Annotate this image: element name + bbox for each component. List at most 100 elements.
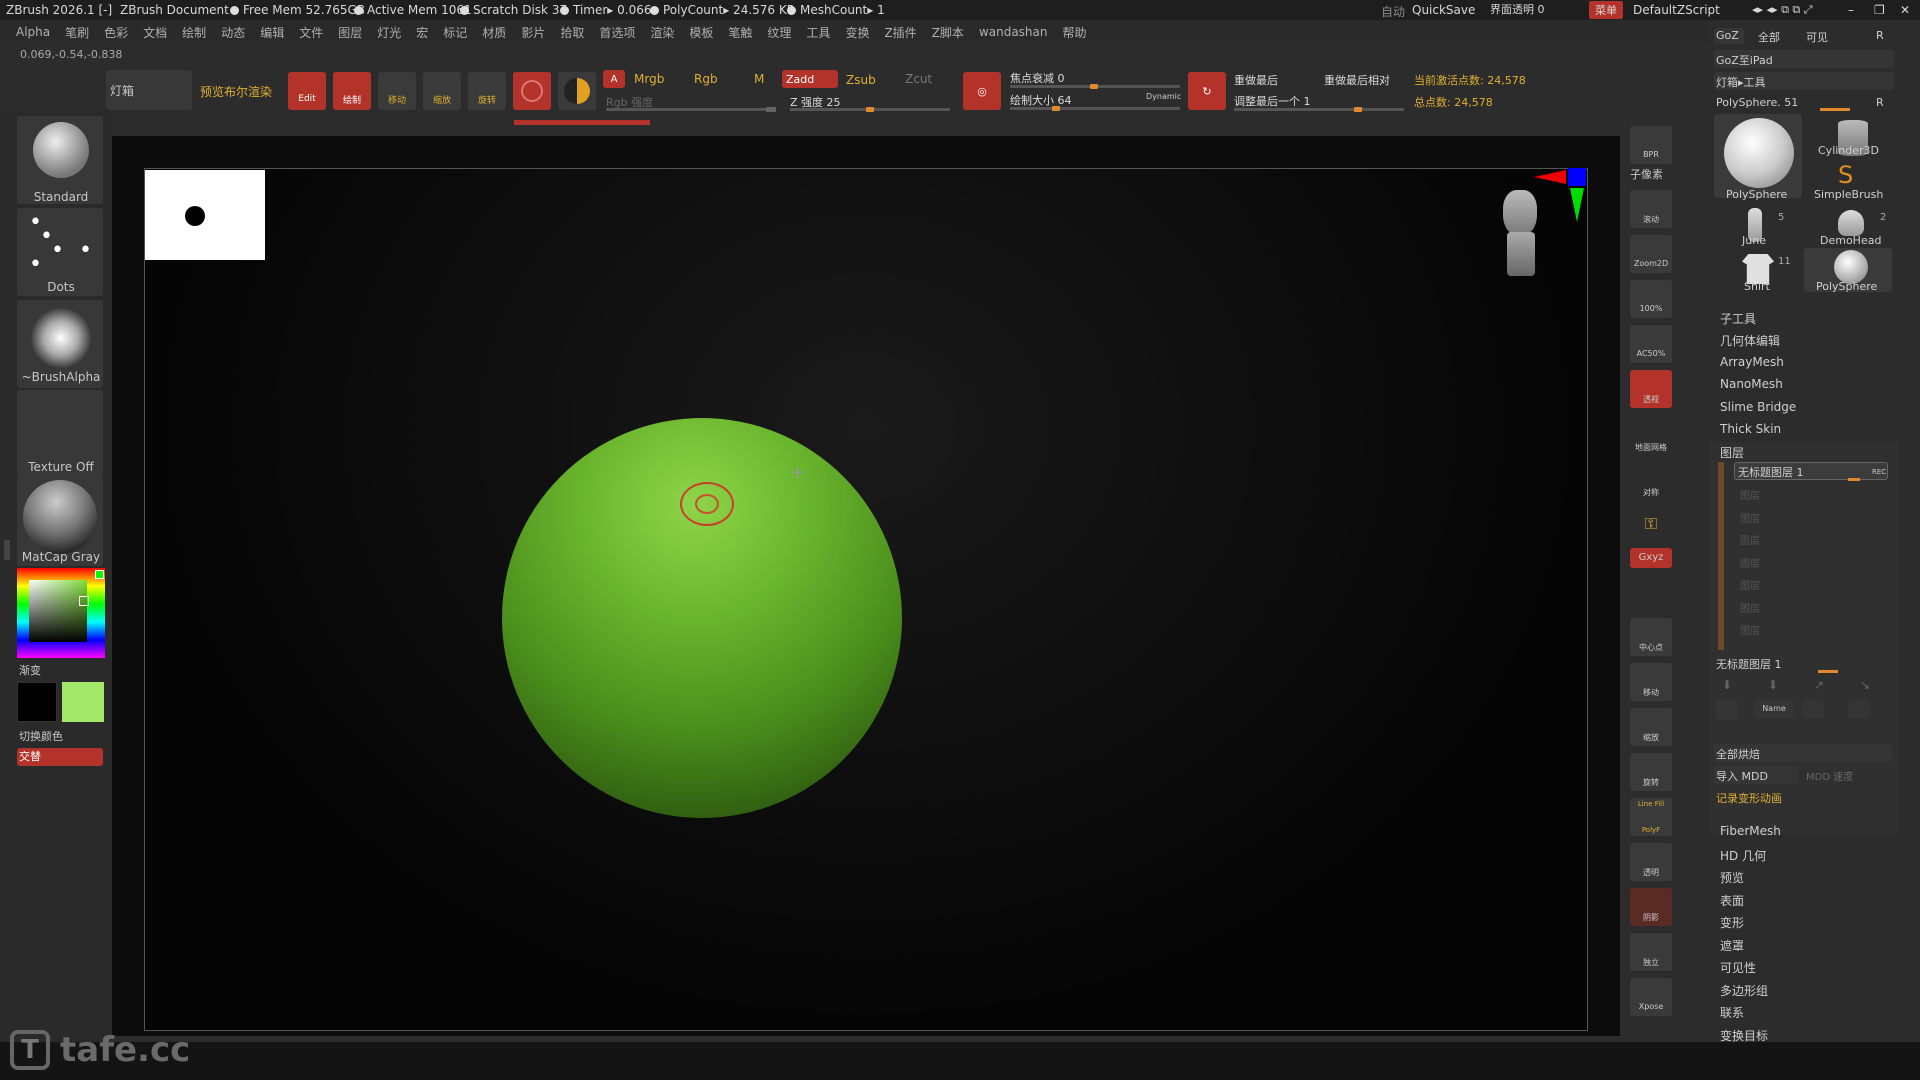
- section-preview[interactable]: 预览: [1720, 869, 1744, 886]
- xyz-button[interactable]: Gxyz: [1630, 548, 1672, 568]
- redo-icon[interactable]: ↻: [1188, 72, 1226, 110]
- rgb-intensity-track[interactable]: [606, 107, 776, 112]
- linefill-button[interactable]: Line Fill PolyF: [1630, 798, 1672, 836]
- local-symmetry-button[interactable]: 对称: [1630, 463, 1672, 501]
- section-hd-geometry[interactable]: HD 几何: [1720, 847, 1766, 864]
- perspective-button[interactable]: 透视: [1630, 370, 1672, 408]
- menu-item[interactable]: 文件: [299, 24, 323, 41]
- zsub-button[interactable]: Zsub: [846, 73, 876, 87]
- layers-scrollbar[interactable]: [1718, 462, 1724, 650]
- tool-r-button[interactable]: R: [1876, 96, 1884, 109]
- polysphere-mesh[interactable]: [502, 418, 902, 818]
- section-layers[interactable]: 图层: [1720, 444, 1744, 461]
- layer-slot[interactable]: 图层: [1740, 622, 1760, 637]
- main-color-swatch[interactable]: [62, 682, 104, 722]
- layer-slot[interactable]: 图层: [1740, 555, 1760, 570]
- focal-shift-slider[interactable]: 焦点衰减 0: [1010, 70, 1065, 86]
- xpose-button[interactable]: Xpose: [1630, 978, 1672, 1016]
- a-button[interactable]: A: [603, 70, 625, 88]
- layer-rename-icon[interactable]: ↗: [1814, 678, 1824, 692]
- rgb-button[interactable]: Rgb: [694, 72, 718, 86]
- section-masking[interactable]: 遮罩: [1720, 937, 1744, 954]
- layer-slot[interactable]: 图层: [1740, 510, 1760, 525]
- half-size-button[interactable]: AC50%: [1630, 325, 1672, 363]
- section-contact[interactable]: 联系: [1720, 1004, 1744, 1021]
- script-label[interactable]: DefaultZScript: [1633, 3, 1720, 17]
- gizmo-head-icon[interactable]: [1495, 190, 1545, 282]
- z-intensity-track[interactable]: [790, 107, 950, 112]
- redo-last-button[interactable]: 重做最后: [1234, 72, 1278, 88]
- layer-slot[interactable]: 图层: [1740, 487, 1760, 502]
- color-picker[interactable]: [17, 568, 105, 658]
- actual-size-button[interactable]: 100%: [1630, 280, 1672, 318]
- menu-item[interactable]: wandashan: [979, 25, 1048, 39]
- section-visibility[interactable]: 可见性: [1720, 959, 1756, 976]
- menu-item[interactable]: 材质: [482, 24, 506, 41]
- floor-button[interactable]: 地面网格: [1630, 418, 1672, 456]
- move-view-button[interactable]: 移动: [1630, 663, 1672, 701]
- demohead-icon[interactable]: [1838, 210, 1864, 236]
- move-button[interactable]: 移动: [378, 72, 416, 110]
- menu-item[interactable]: Z脚本: [932, 24, 964, 41]
- duplicate-layer-button[interactable]: [1802, 700, 1824, 718]
- m-button[interactable]: M: [754, 72, 764, 86]
- lock-icon[interactable]: ⚿: [1630, 508, 1672, 546]
- edit-button[interactable]: Edit: [288, 72, 326, 110]
- menu-item[interactable]: 动态: [221, 24, 245, 41]
- current-layer-slider[interactable]: [1818, 670, 1838, 673]
- menu-item[interactable]: 笔刷: [65, 24, 89, 41]
- menu-item[interactable]: 纹理: [767, 24, 791, 41]
- goz-ipad-button[interactable]: GoZ至iPad: [1716, 52, 1773, 68]
- menu-item[interactable]: 编辑: [260, 24, 284, 41]
- preview-bool-button[interactable]: 预览布尔渲染: [200, 83, 272, 100]
- draw-size-track[interactable]: [1010, 106, 1180, 111]
- layer-slot[interactable]: 图层: [1740, 532, 1760, 547]
- menu-item[interactable]: 灯光: [377, 24, 401, 41]
- menu-item[interactable]: 图层: [338, 24, 362, 41]
- left-tray-handle[interactable]: [4, 540, 10, 560]
- record-anim-button[interactable]: 记录变形动画: [1716, 790, 1782, 806]
- gradient-label[interactable]: 渐变: [19, 662, 41, 678]
- bake-all-button[interactable]: 全部烘焙: [1716, 746, 1760, 762]
- section-nanomesh[interactable]: NanoMesh: [1720, 377, 1783, 391]
- menu-item[interactable]: 拾取: [560, 24, 584, 41]
- close-icon[interactable]: ✕: [1900, 3, 1910, 17]
- delete-layer-button[interactable]: [1848, 700, 1870, 718]
- r-button[interactable]: R: [1876, 29, 1884, 42]
- import-mdd-button[interactable]: 导入 MDD: [1716, 768, 1768, 784]
- draw-size-slider[interactable]: 绘制大小 64: [1010, 92, 1072, 108]
- rotate-view-button[interactable]: 旋转: [1630, 753, 1672, 791]
- layer-slider[interactable]: [1848, 478, 1860, 481]
- menu-item[interactable]: 渲染: [650, 24, 674, 41]
- goz-button[interactable]: GoZ: [1716, 29, 1739, 42]
- menu-item[interactable]: 文档: [143, 24, 167, 41]
- sculpt-mode-button[interactable]: [513, 72, 551, 110]
- section-deformation[interactable]: 变形: [1720, 914, 1744, 931]
- layer-move-down-icon[interactable]: ⬇: [1722, 678, 1732, 692]
- menu-item[interactable]: 笔触: [728, 24, 752, 41]
- section-slime-bridge[interactable]: Slime Bridge: [1720, 400, 1796, 414]
- menu-item[interactable]: Alpha: [16, 25, 50, 39]
- material-mode-button[interactable]: [558, 72, 596, 110]
- zoom2d-button[interactable]: Zoom2D: [1630, 235, 1672, 273]
- zadd-button[interactable]: Zadd: [782, 70, 838, 88]
- rec-button[interactable]: REC: [1872, 468, 1886, 476]
- focal-shift-icon[interactable]: ◎: [963, 72, 1001, 110]
- section-subtool[interactable]: 子工具: [1720, 310, 1756, 327]
- secondary-color-swatch[interactable]: [17, 682, 57, 722]
- hue-cursor[interactable]: [95, 570, 104, 579]
- menu-item[interactable]: 变换: [845, 24, 869, 41]
- redo-last-relative-button[interactable]: 重做最后相对: [1324, 72, 1390, 88]
- new-layer-button[interactable]: [1716, 700, 1738, 720]
- window-icons[interactable]: ◂▸ ◂▸ ⧉ ⧉ ⤢: [1752, 3, 1813, 17]
- tool-thumb-polysphere[interactable]: [1714, 114, 1802, 198]
- rotate-button[interactable]: 旋转: [468, 72, 506, 110]
- navigator-thumbnail[interactable]: [145, 170, 265, 260]
- layer-split-icon[interactable]: ↘: [1860, 678, 1870, 692]
- menu-item[interactable]: 色彩: [104, 24, 128, 41]
- menu-button[interactable]: 菜单: [1589, 1, 1623, 19]
- section-geometry[interactable]: 几何体编辑: [1720, 332, 1780, 349]
- focal-shift-track[interactable]: [1010, 84, 1180, 89]
- color-square[interactable]: [29, 580, 87, 642]
- mrgb-button[interactable]: Mrgb: [634, 72, 664, 86]
